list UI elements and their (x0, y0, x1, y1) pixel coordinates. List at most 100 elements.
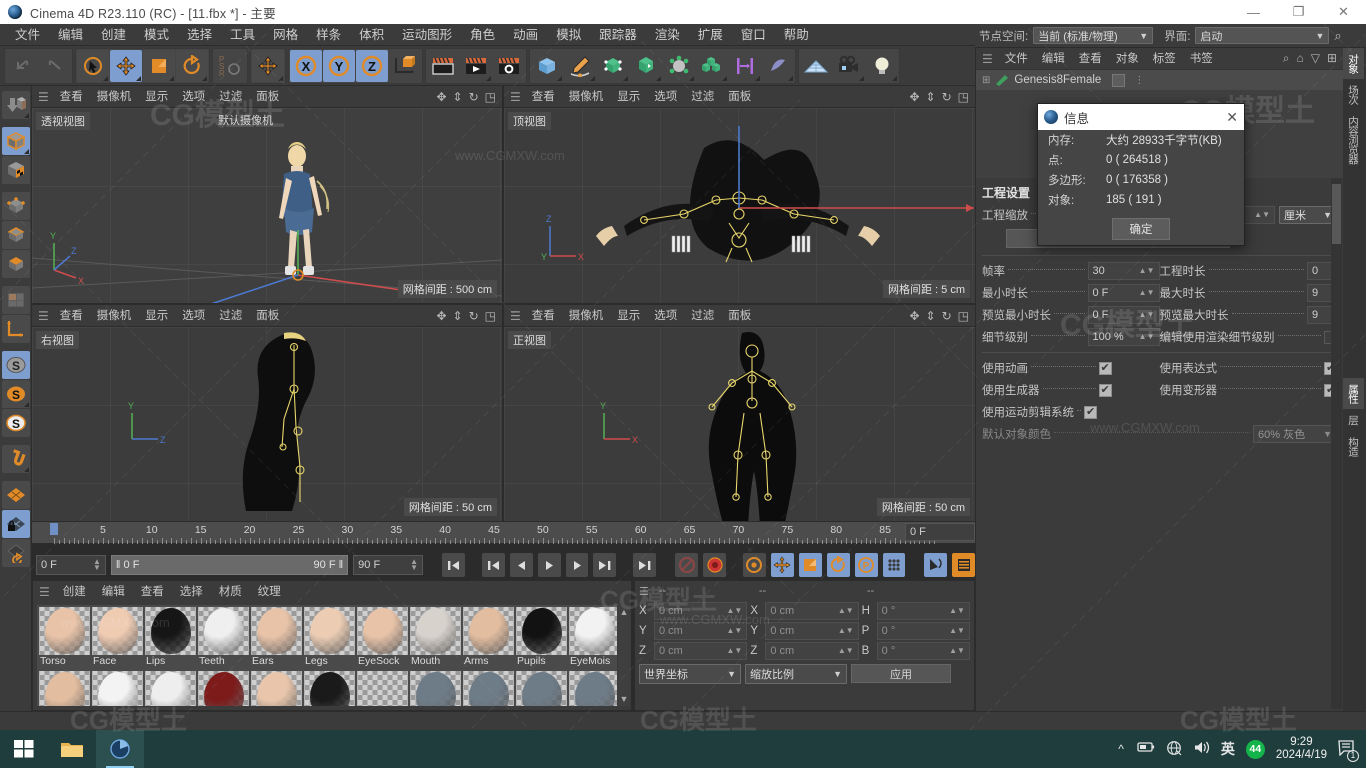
start-button[interactable] (0, 730, 48, 768)
hamburger-icon[interactable]: ☰ (510, 90, 521, 104)
render-region-button[interactable] (460, 50, 492, 82)
spinner-icon[interactable]: ▲▼ (93, 558, 101, 572)
material-preview[interactable] (304, 671, 355, 706)
obj-menu-file[interactable]: 文件 (998, 48, 1035, 70)
light-object-button[interactable] (866, 50, 898, 82)
keyframe-options-button[interactable] (743, 553, 766, 577)
default-object-color-select[interactable]: 60% 灰色 ▼ (1253, 425, 1337, 443)
lock-x-button[interactable]: X (290, 49, 322, 82)
vp-menu-panel[interactable]: 面板 (721, 86, 758, 108)
update-badge[interactable]: 44 (1245, 739, 1265, 759)
current-frame-field[interactable]: 0 F ▲ ▼ (36, 555, 106, 575)
texture-mode-button[interactable] (2, 156, 30, 184)
dolly-icon[interactable]: ⇕ (453, 90, 463, 104)
next-key-button[interactable] (593, 553, 617, 577)
field-object-button[interactable] (729, 50, 761, 82)
step-back-button[interactable] (509, 553, 533, 577)
coord-field-position-x[interactable]: 0 cm ▲▼ (654, 602, 748, 620)
mat-menu-create[interactable]: 创建 (55, 581, 94, 603)
material-item[interactable]: Arms (463, 607, 514, 667)
filter-icon[interactable]: ▽ (1311, 51, 1320, 66)
obj-menu-bookmark[interactable]: 书签 (1183, 48, 1220, 70)
coord-field-rotation-b[interactable]: 0 ° ▲▼ (876, 642, 970, 660)
vp-menu-filter[interactable]: 过滤 (212, 305, 249, 327)
material-preview[interactable] (145, 607, 196, 655)
preview-range-bar[interactable]: ‖ 0 F 90 F ‖ (110, 555, 349, 575)
material-preview[interactable] (463, 671, 514, 706)
mat-menu-edit[interactable]: 编辑 (94, 581, 133, 603)
psr-button[interactable]: PSR (214, 50, 246, 82)
vtab-attributes[interactable]: 属性 (1343, 378, 1364, 409)
lock-axis-button[interactable]: S (2, 409, 30, 437)
use-animation-checkbox[interactable] (1098, 361, 1112, 375)
key-param-button[interactable]: P (854, 553, 878, 577)
vp-menu-camera[interactable]: 摄像机 (562, 305, 611, 327)
home-icon[interactable]: ⌂ (1296, 51, 1303, 66)
goto-end-button[interactable] (633, 553, 657, 577)
vp-menu-options[interactable]: 选项 (175, 305, 212, 327)
material-preview[interactable] (463, 607, 514, 655)
menu-item-0[interactable]: 文件 (6, 24, 49, 46)
material-preview[interactable] (39, 607, 90, 655)
select-tool-button[interactable] (77, 49, 109, 82)
show-hidden-icons[interactable]: ^ (1118, 742, 1124, 756)
max-frame-field[interactable]: 90 F ▲ ▼ (353, 555, 424, 575)
spinner-icon[interactable]: ▲▼ (1139, 267, 1155, 275)
menu-item-10[interactable]: 角色 (461, 24, 504, 46)
sound-toggle-button[interactable] (924, 553, 948, 577)
simulation-button[interactable] (762, 50, 794, 82)
menu-item-8[interactable]: 体积 (350, 24, 393, 46)
viewport-nav-icons[interactable]: ✥ ⇕ ↻ ◳ (436, 309, 502, 323)
vp-menu-view[interactable]: 查看 (525, 86, 562, 108)
material-preview[interactable] (410, 671, 461, 706)
hamburger-icon[interactable]: ☰ (38, 309, 49, 323)
spinner-icon[interactable]: ▲▼ (949, 647, 965, 655)
undo-button[interactable] (6, 50, 38, 82)
reset-workplane-button[interactable] (2, 539, 30, 567)
material-item[interactable] (516, 671, 567, 706)
timeline-ruler[interactable]: 051015202530354045505560657075808590 0 F (32, 521, 975, 544)
vtab-layers[interactable]: 层 (1343, 409, 1364, 431)
vtab-takes[interactable]: 场次 (1343, 79, 1364, 110)
mat-menu-view[interactable]: 查看 (133, 581, 172, 603)
ime-indicator[interactable]: 英 (1221, 739, 1235, 759)
spinner-icon[interactable]: ▲▼ (726, 607, 742, 615)
coord-field-rotation-h[interactable]: 0 ° ▲▼ (876, 602, 970, 620)
mat-menu-texture[interactable]: 纹理 (250, 581, 289, 603)
timeline-end-field[interactable]: 0 F (905, 523, 975, 541)
edge-mode-button[interactable] (2, 221, 30, 249)
floor-object-button[interactable] (800, 50, 832, 82)
material-preview[interactable] (516, 607, 567, 655)
material-item[interactable]: Ears (251, 607, 302, 667)
material-preview[interactable] (304, 607, 355, 655)
menu-item-7[interactable]: 样条 (307, 24, 350, 46)
vp-menu-view[interactable]: 查看 (53, 305, 90, 327)
scale-tool-button[interactable] (143, 49, 175, 82)
vp-menu-view[interactable]: 查看 (53, 86, 90, 108)
material-preview[interactable] (251, 671, 302, 706)
material-item[interactable] (39, 671, 90, 706)
material-item[interactable] (92, 671, 143, 706)
viewport-perspective[interactable]: ☰ 查看 摄像机 显示 选项 过滤 面板 ✥ ⇕ ↻ ◳ Y Z X 透视视图 … (32, 86, 502, 303)
info-dialog-ok-button[interactable]: 确定 (1112, 218, 1170, 240)
coord-field-size-z[interactable]: 0 cm ▲▼ (765, 642, 859, 660)
spinner-icon[interactable]: ▲▼ (949, 607, 965, 615)
minimize-button[interactable]: — (1231, 0, 1276, 24)
expand-icon[interactable]: ⊞ (982, 75, 990, 86)
menu-item-15[interactable]: 扩展 (689, 24, 732, 46)
spinner-icon[interactable]: ▲▼ (726, 627, 742, 635)
material-scrollbar[interactable]: ▲ ▼ (618, 605, 630, 706)
use-motionclip-checkbox[interactable] (1084, 405, 1097, 419)
orbit-icon[interactable]: ↻ (469, 309, 479, 323)
vp-menu-panel[interactable]: 面板 (249, 305, 286, 327)
step-forward-button[interactable] (565, 553, 589, 577)
menu-item-14[interactable]: 渲染 (646, 24, 689, 46)
coord-field-position-y[interactable]: 0 cm ▲▼ (654, 622, 748, 640)
viewport-front[interactable]: ☰ 查看 摄像机 显示 选项 过滤 面板 ✥ ⇕ ↻ ◳ Y X 正视图 网格间… (504, 305, 975, 521)
lock-workplane-button[interactable] (2, 510, 30, 538)
material-preview[interactable] (569, 671, 617, 706)
spinner-icon[interactable]: ▲▼ (1139, 289, 1155, 297)
dolly-icon[interactable]: ⇕ (926, 309, 936, 323)
material-preview[interactable] (92, 671, 143, 706)
world-coord-button[interactable] (252, 49, 284, 82)
